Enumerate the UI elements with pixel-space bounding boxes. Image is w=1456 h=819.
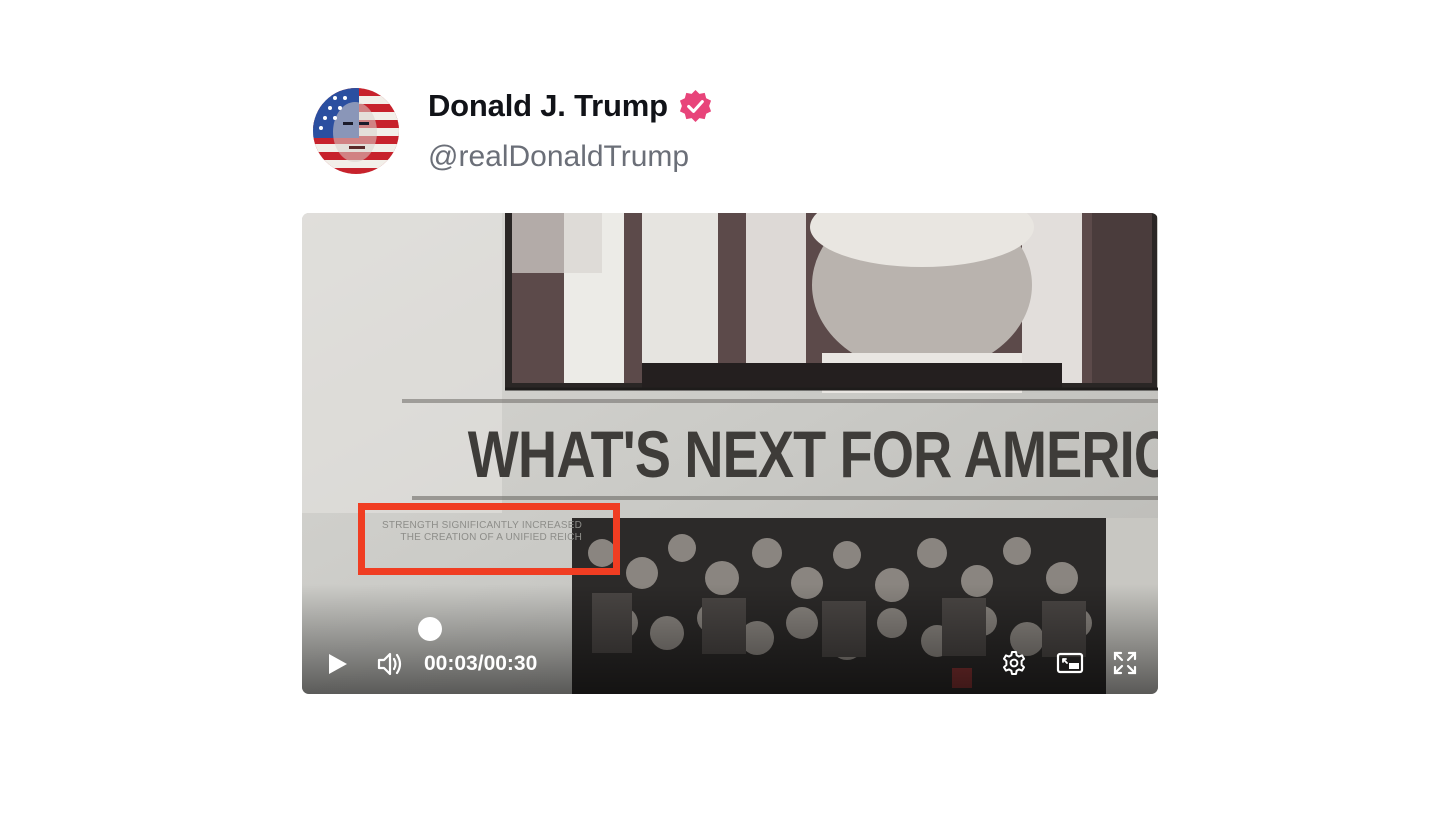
picture-in-picture-icon [1056,652,1084,674]
author-name-row: Donald J. Trump [428,88,713,124]
post-header: Donald J. Trump @realDonaldTrump [302,86,1158,196]
play-button[interactable] [322,649,352,679]
time-display: 00:03/00:30 [424,649,537,679]
volume-button[interactable] [374,649,406,679]
gear-icon [1003,651,1025,675]
post-card: Donald J. Trump @realDonaldTrump WHAT'S … [302,86,1158,694]
author-display-name[interactable]: Donald J. Trump [428,88,668,124]
duration: 00:30 [483,652,538,675]
volume-icon [377,652,402,676]
picture-in-picture-button[interactable] [1054,648,1086,678]
current-time: 00:03 [424,652,478,675]
video-player[interactable]: WHAT'S NEXT FOR AMERICA? STRENGTH SIGNIF… [302,213,1158,694]
author-handle[interactable]: @realDonaldTrump [428,140,689,174]
highlight-box [358,503,620,575]
avatar[interactable] [313,88,399,174]
progress-scrubber-thumb[interactable] [418,617,442,641]
avatar-image [313,88,399,174]
video-headline: WHAT'S NEXT FOR AMERICA? [467,417,1158,491]
fullscreen-icon [1113,651,1137,675]
verified-badge-icon [679,89,711,122]
settings-button[interactable] [999,648,1029,678]
play-icon [329,654,347,674]
fullscreen-button[interactable] [1110,648,1140,678]
